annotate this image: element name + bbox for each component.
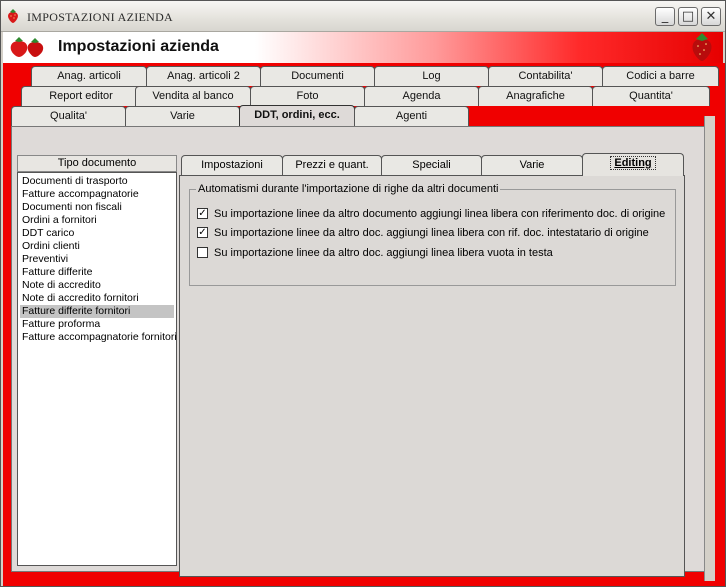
tab-agenti[interactable]: Agenti — [354, 106, 469, 126]
page-title: Impostazioni azienda — [58, 38, 219, 55]
list-item[interactable]: DDT carico — [20, 227, 174, 240]
list-item[interactable]: Ordini a fornitori — [20, 214, 174, 227]
tab-codici-a-barre[interactable]: Codici a barre — [602, 66, 719, 86]
tab-varie-inner[interactable]: Varie — [481, 155, 583, 175]
checkbox-unchecked[interactable] — [197, 246, 208, 258]
panel-edge — [704, 116, 715, 581]
tab-report-editor[interactable]: Report editor — [21, 86, 141, 106]
strawberry-icon — [692, 33, 712, 61]
list-item[interactable]: Preventivi — [20, 253, 174, 266]
option-label: Su importazione linee da altro documento… — [214, 208, 666, 220]
app-header: Impostazioni azienda — [3, 32, 723, 63]
tab-editing-label: Editing — [610, 156, 656, 170]
option-label: Su importazione linee da altro doc. aggi… — [214, 247, 553, 259]
tab-agenda[interactable]: Agenda — [364, 86, 479, 106]
tab-speciali[interactable]: Speciali — [381, 155, 482, 175]
list-item[interactable]: Note di accredito fornitori — [20, 292, 174, 305]
tab-quantita[interactable]: Quantita' — [592, 86, 710, 106]
list-item[interactable]: Fatture proforma — [20, 318, 174, 331]
app-window: IMPOSTAZIONI AZIENDA _ □ ✕ Impostazioni … — [0, 0, 726, 587]
tab-contabilita[interactable]: Contabilita' — [488, 66, 603, 86]
tab-varie[interactable]: Varie — [125, 106, 240, 126]
list-item-selected[interactable]: Fatture differite fornitori — [20, 305, 174, 318]
tab-log[interactable]: Log — [374, 66, 489, 86]
list-item[interactable]: Fatture accompagnatorie — [20, 188, 174, 201]
tab-anag-articoli-2[interactable]: Anag. articoli 2 — [146, 66, 261, 86]
tab-impostazioni[interactable]: Impostazioni — [181, 155, 283, 175]
tab-editing[interactable]: Editing — [582, 153, 684, 176]
list-item[interactable]: Documenti non fiscali — [20, 201, 174, 214]
tab-qualita[interactable]: Qualita' — [11, 106, 126, 126]
tab-vendita-al-banco[interactable]: Vendita al banco — [135, 86, 251, 106]
option-row[interactable]: Su importazione linee da altro doc. aggi… — [197, 246, 553, 260]
window-title: IMPOSTAZIONI AZIENDA — [27, 10, 174, 24]
checkbox-checked[interactable]: ✓ — [197, 207, 208, 219]
tab-foto[interactable]: Foto — [250, 86, 365, 106]
list-item[interactable]: Fatture differite — [20, 266, 174, 279]
list-header: Tipo documento — [17, 155, 177, 172]
tab-anagrafiche[interactable]: Anagrafiche — [478, 86, 593, 106]
tab-anag-articoli[interactable]: Anag. articoli — [31, 66, 147, 86]
option-row[interactable]: ✓ Su importazione linee da altro doc. agg… — [197, 226, 649, 240]
tab-prezzi-e-quant[interactable]: Prezzi e quant. — [282, 155, 382, 175]
document-type-list[interactable]: Documenti di trasporto Fatture accompagn… — [17, 172, 177, 566]
group-title: Automatismi durante l'importazione di ri… — [196, 183, 501, 195]
tab-ddt-ordini[interactable]: DDT, ordini, ecc. — [239, 105, 355, 127]
tab-documenti[interactable]: Documenti — [260, 66, 375, 86]
checkbox-checked[interactable]: ✓ — [197, 226, 208, 238]
strawberries-logo-icon — [10, 37, 44, 57]
option-row[interactable]: ✓ Su importazione linee da altro document… — [197, 207, 665, 221]
list-item[interactable]: Fatture accompagnatorie fornitori — [20, 331, 177, 344]
list-item[interactable]: Documenti di trasporto — [20, 175, 174, 188]
title-bar[interactable]: IMPOSTAZIONI AZIENDA _ □ ✕ — [1, 1, 725, 32]
minimize-button[interactable]: _ — [655, 7, 675, 26]
strawberry-icon — [8, 9, 18, 23]
list-item[interactable]: Ordini clienti — [20, 240, 174, 253]
maximize-button[interactable]: □ — [678, 7, 698, 26]
close-button[interactable]: ✕ — [701, 7, 721, 26]
option-label: Su importazione linee da altro doc. aggi… — [214, 227, 649, 239]
list-item[interactable]: Note di accredito — [20, 279, 174, 292]
